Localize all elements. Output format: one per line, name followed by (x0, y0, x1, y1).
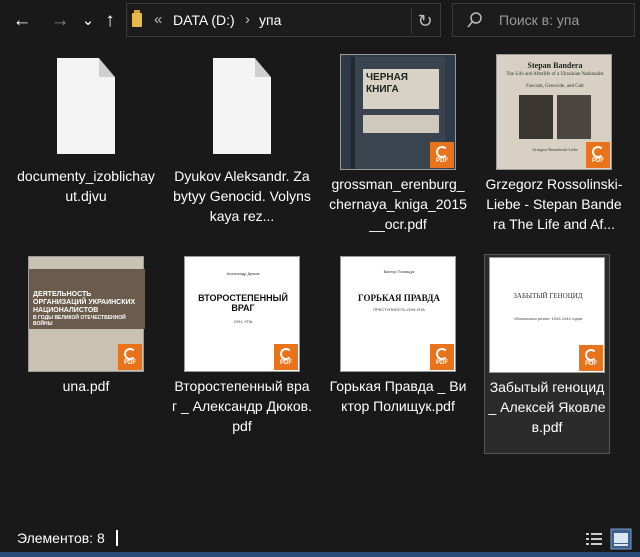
cover-title: Stepan Bandera (527, 61, 583, 70)
cover-title: ЧЕРНАЯ КНИГА (363, 69, 439, 109)
file-name: una.pdf (62, 378, 110, 394)
file-item[interactable]: ДЕЯТЕЛЬНОСТЬ ОРГАНИЗАЦИЙ УКРАИНСКИХ НАЦИ… (16, 256, 156, 396)
cover-label (363, 115, 439, 133)
file-item[interactable]: documenty_izoblichayut.djvu (16, 58, 156, 206)
cover-author: Александр Дюков (226, 271, 260, 276)
details-view-icon[interactable] (583, 528, 605, 550)
taskbar-edge (0, 552, 640, 557)
pdf-badge: PDF (274, 344, 298, 370)
file-name: Dyukov Aleksandr. Zabytyy Genocid. Volyn… (173, 168, 311, 224)
chevron-down-icon: ⌄ (81, 12, 95, 29)
pdf-app-icon (592, 145, 604, 158)
search-icon (467, 12, 482, 28)
pdf-badge-text: PDF (585, 360, 597, 367)
cover-subtitle: ОУН, УПА (233, 319, 253, 324)
file-item[interactable]: Александр Дюков ВТОРОСТЕПЕННЫЙ ВРАГ ОУН,… (172, 256, 312, 436)
file-item[interactable]: Stepan Bandera The Life and Afterlife of… (484, 54, 624, 234)
pdf-thumbnail: ДЕЯТЕЛЬНОСТЬ ОРГАНИЗАЦИЙ УКРАИНСКИХ НАЦИ… (28, 256, 145, 372)
cover-subtitle-2: Fascism, Genocide, and Cult (526, 84, 584, 89)
forward-button[interactable]: → (47, 7, 73, 35)
cover-subtitle: «Волынская резня» 1943-1944 годов (513, 316, 583, 321)
pdf-badge-text: PDF (280, 359, 292, 366)
overflow-chevron[interactable]: « (154, 11, 162, 28)
document-icon (213, 58, 271, 154)
pdf-app-icon (124, 347, 136, 360)
status-bar: Элементов: 8 (0, 524, 640, 554)
forward-arrow-icon: → (50, 10, 70, 31)
pdf-thumbnail: Stepan Bandera The Life and Afterlife of… (496, 54, 612, 170)
pdf-thumbnail: ЗАБЫТЫЙ ГЕНОЦИД «Волынская резня» 1943-1… (489, 257, 605, 373)
cover-title: ДЕЯТЕЛЬНОСТЬ ОРГАНИЗАЦИЙ УКРАИНСКИХ НАЦИ… (33, 291, 136, 314)
cover-subtitle: The Life and Afterlife of a Ukrainian Na… (506, 72, 604, 77)
file-name: documenty_izoblichayut.djvu (17, 168, 155, 204)
file-name: grossman_erenburg_chernaya_kniga_2015__o… (329, 176, 467, 232)
file-item[interactable]: Виктор Полищук ГОРЬКАЯ ПРАВДА ПРЕСТУПНОС… (328, 256, 468, 416)
back-button[interactable]: ← (9, 7, 35, 35)
breadcrumb-drive[interactable]: DATA (D:) (173, 12, 235, 28)
pdf-app-icon (280, 347, 292, 360)
document-icon (57, 58, 115, 154)
address-bar[interactable]: « DATA (D:) › упа ↻ (126, 3, 441, 37)
text-cursor (116, 530, 118, 546)
pdf-badge: PDF (430, 142, 454, 168)
pdf-thumbnail: Александр Дюков ВТОРОСТЕПЕННЫЙ ВРАГ ОУН,… (184, 256, 300, 372)
pdf-badge-text: PDF (436, 359, 448, 366)
file-name: Grzegorz Rossolinski-Liebe - Stepan Band… (485, 176, 623, 232)
file-item[interactable]: Dyukov Aleksandr. Zabytyy Genocid. Volyn… (172, 58, 312, 226)
cover-photo (519, 95, 553, 139)
pdf-badge: PDF (430, 344, 454, 370)
pdf-thumbnail: ЧЕРНАЯ КНИГА PDF (340, 54, 456, 170)
search-box[interactable]: Поиск в: упа (452, 3, 635, 37)
breadcrumb-folder[interactable]: упа (259, 12, 281, 28)
pdf-badge: PDF (579, 345, 603, 371)
file-name: Второстепенный враг _ Александр Дюков.pd… (172, 378, 312, 434)
pdf-badge-text: PDF (436, 157, 448, 164)
pdf-badge: PDF (118, 344, 142, 370)
up-button[interactable]: ↑ (97, 7, 123, 35)
pdf-badge: PDF (586, 142, 610, 168)
cover-title: ВТОРОСТЕПЕННЫЙ ВРАГ (198, 293, 288, 313)
pdf-app-icon (436, 145, 448, 158)
toolbar: ← → ⌄ ↑ « DATA (D:) › упа ↻ Поиск в: упа (0, 0, 640, 44)
file-item-selected[interactable]: ЗАБЫТЫЙ ГЕНОЦИД «Волынская резня» 1943-1… (484, 254, 610, 454)
file-name: Горькая Правда _ Виктор Полищук.pdf (329, 378, 467, 414)
pdf-badge-text: PDF (124, 359, 136, 366)
cover-title: ГОРЬКАЯ ПРАВДА (358, 293, 440, 303)
cover-title: ЗАБЫТЫЙ ГЕНОЦИД (513, 292, 583, 300)
pdf-app-icon (436, 347, 448, 360)
up-arrow-icon: ↑ (105, 10, 115, 31)
cover-author: Виктор Полищук (383, 269, 415, 274)
item-count: Элементов: 8 (17, 530, 105, 546)
pdf-badge-text: PDF (592, 157, 604, 164)
pdf-thumbnail: Виктор Полищук ГОРЬКАЯ ПРАВДА ПРЕСТУПНОС… (340, 256, 456, 372)
folder-icon (132, 10, 142, 27)
large-icons-view-icon[interactable] (610, 528, 632, 550)
refresh-button[interactable]: ↻ (411, 8, 438, 34)
breadcrumb-separator[interactable]: › (245, 11, 250, 28)
refresh-icon: ↻ (417, 10, 433, 31)
file-name: Забытый геноцид _ Алексей Яковлев.pdf (488, 379, 606, 435)
cover-photo (557, 95, 591, 139)
pdf-app-icon (585, 348, 597, 361)
back-arrow-icon: ← (12, 10, 32, 31)
cover-subtitle: В ГОДЫ ВЕЛИКОЙ ОТЕЧЕСТВЕННОЙ ВОЙНЫ (33, 315, 126, 327)
file-item[interactable]: ЧЕРНАЯ КНИГА PDF grossman_erenburg_chern… (328, 54, 468, 234)
search-placeholder: Поиск в: упа (499, 12, 580, 28)
cover-subtitle: ПРЕСТУПНОСТЬ ОУН-УПА (373, 307, 425, 312)
